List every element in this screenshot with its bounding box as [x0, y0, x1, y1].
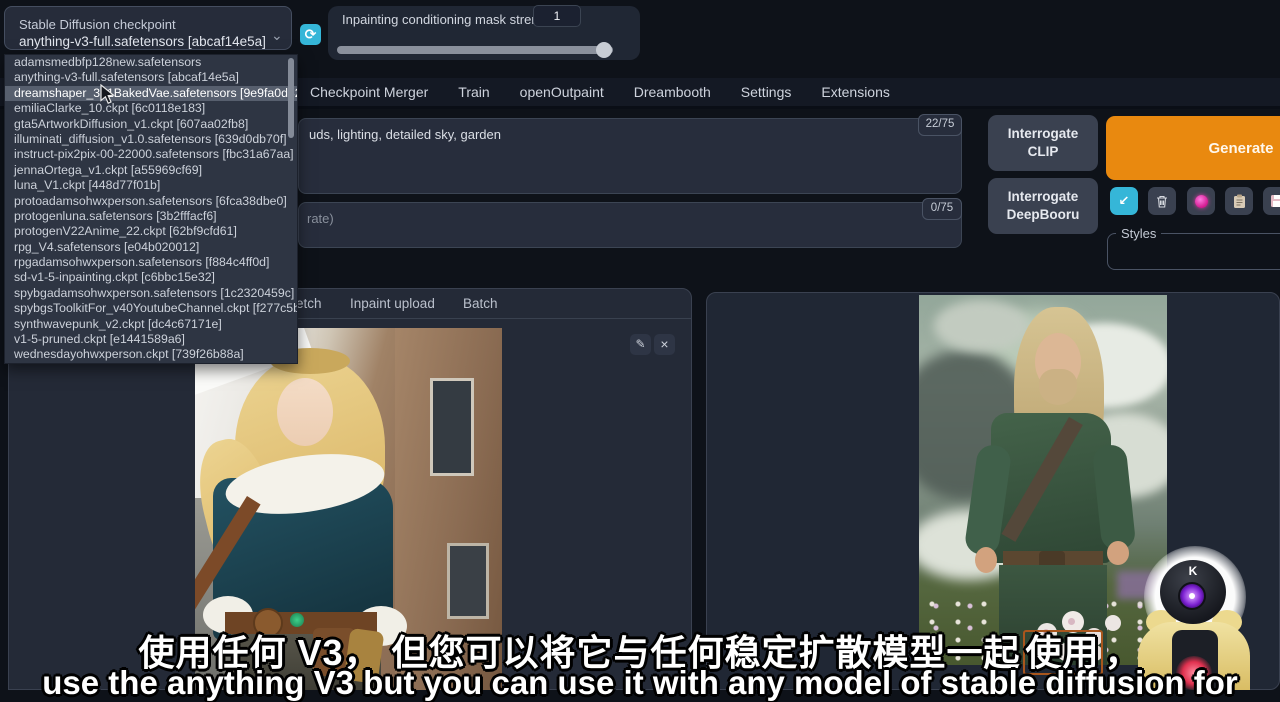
avatar-letter: K — [1160, 564, 1226, 578]
clipboard-icon — [1233, 194, 1246, 209]
refresh-checkpoints-button[interactable]: ⟳ — [300, 24, 321, 45]
save-style-button[interactable] — [1263, 187, 1280, 215]
checkpoint-option[interactable]: rpg_V4.safetensors [e04b020012] — [5, 240, 297, 255]
refresh-icon: ⟳ — [305, 26, 317, 42]
output-image[interactable] — [919, 295, 1167, 665]
checkpoint-option[interactable]: luna_V1.ckpt [448d77f01b] — [5, 178, 297, 193]
pencil-icon: ✎ — [635, 337, 645, 351]
apply-styles-button[interactable] — [1225, 187, 1253, 215]
checkpoint-option[interactable]: v1-5-pruned.ckpt [e1441589a6] — [5, 332, 297, 347]
interrogate-deepbooru-button[interactable]: Interrogate DeepBooru — [988, 178, 1098, 234]
checkpoint-option[interactable]: jennaOrtega_v1.ckpt [a55969cf69] — [5, 163, 297, 178]
checkpoint-option[interactable]: sd-v1-5-inpainting.ckpt [c6bbc15e32] — [5, 270, 297, 285]
negative-prompt-textarea[interactable]: rate) — [298, 202, 962, 248]
interrogate-clip-button[interactable]: Interrogate CLIP — [988, 115, 1098, 171]
negative-prompt-token-counter: 0/75 — [922, 198, 962, 220]
generate-button[interactable]: Generate — [1106, 116, 1280, 180]
clear-prompt-button[interactable] — [1148, 187, 1176, 215]
edit-image-button[interactable]: ✎ — [630, 334, 651, 355]
close-icon: × — [660, 336, 668, 352]
checkpoint-label: Stable Diffusion checkpoint — [19, 17, 176, 32]
checkpoint-option[interactable]: anything-v3-full.safetensors [abcaf14e5a… — [5, 70, 297, 85]
negative-prompt-placeholder: rate) — [299, 203, 961, 234]
mask-strength-value-input[interactable]: 1 — [533, 5, 581, 27]
main-tab[interactable]: Checkpoint Merger — [310, 84, 428, 100]
checkpoint-option[interactable]: instruct-pix2pix-00-22000.safetensors [f… — [5, 147, 297, 162]
prompt-textarea[interactable]: uds, lighting, detailed sky, garden — [298, 118, 962, 194]
checkpoint-dropdown-list: adamsmedbfp128new.safetensorsanything-v3… — [4, 54, 298, 364]
checkpoint-option[interactable]: protogenluna.safetensors [3b2fffacf6] — [5, 209, 297, 224]
chevron-down-icon: ⌄ — [271, 27, 283, 44]
mouse-cursor — [100, 84, 115, 105]
checkpoint-option[interactable]: dreamshaper_331BakedVae.safetensors [9e9… — [5, 86, 297, 101]
checkpoint-option[interactable]: adamsmedbfp128new.safetensors — [5, 55, 297, 70]
tab-batch[interactable]: Batch — [463, 296, 498, 311]
trash-icon — [1155, 194, 1169, 209]
main-tab[interactable]: Train — [458, 84, 489, 100]
floppy-disk-icon — [1270, 194, 1280, 208]
checkpoint-option[interactable]: gta5ArtworkDiffusion_v1.ckpt [607aa02fb8… — [5, 117, 297, 132]
mask-strength-slider[interactable] — [337, 46, 613, 54]
checkpoint-option[interactable]: emiliaClarke_10.ckpt [6c0118e183] — [5, 101, 297, 116]
checkpoint-option[interactable]: protoadamsohwxperson.safetensors [6fca38… — [5, 194, 297, 209]
styles-dropdown[interactable]: Styles — [1107, 226, 1280, 270]
checkpoint-option[interactable]: illuminati_diffusion_v1.0.safetensors [6… — [5, 132, 297, 147]
checkpoint-option[interactable]: spybgsToolkitFor_v40YoutubeChannel.ckpt … — [5, 301, 297, 316]
checkpoint-option[interactable]: wednesdayohwxperson.ckpt [739f26b88a] — [5, 347, 297, 362]
mask-strength-label: Inpainting conditioning mask strength — [342, 12, 562, 27]
tab-inpaint-upload[interactable]: Inpaint upload — [350, 296, 435, 311]
avatar-eye-dot — [1189, 593, 1195, 599]
checkpoint-option[interactable]: rpgadamsohwxperson.safetensors [f884c4ff… — [5, 255, 297, 270]
checkpoint-select[interactable]: Stable Diffusion checkpoint anything-v3-… — [4, 6, 292, 50]
paste-params-button[interactable]: ↙ — [1110, 187, 1138, 215]
paste-arrow-icon: ↙ — [1119, 193, 1130, 209]
dropdown-scrollbar[interactable] — [288, 58, 294, 138]
prompt-text: uds, lighting, detailed sky, garden — [299, 119, 961, 150]
checkpoint-option[interactable]: synthwavepunk_v2.ckpt [dc4c67171e] — [5, 317, 297, 332]
main-tab[interactable]: Extensions — [821, 84, 889, 100]
remove-image-button[interactable]: × — [654, 334, 675, 355]
checkpoint-option[interactable]: spybgadamsohwxperson.safetensors [1c2320… — [5, 286, 297, 301]
tab-inpaint-sketch-partial[interactable]: etch — [296, 296, 322, 311]
main-tab[interactable]: Dreambooth — [634, 84, 711, 100]
subtitle-english: use the anything V3 but you can use it w… — [0, 664, 1280, 702]
checkpoint-value: anything-v3-full.safetensors [abcaf14e5a… — [19, 34, 266, 49]
styles-label: Styles — [1116, 226, 1161, 241]
main-tab[interactable]: Settings — [741, 84, 792, 100]
slider-handle[interactable] — [596, 42, 612, 58]
main-tab[interactable]: openOutpaint — [520, 84, 604, 100]
prompt-token-counter: 22/75 — [918, 114, 962, 136]
checkpoint-option[interactable]: protogenV22Anime_22.ckpt [62bf9cfd61] — [5, 224, 297, 239]
extra-networks-icon — [1195, 195, 1208, 208]
extra-networks-button[interactable] — [1187, 187, 1215, 215]
